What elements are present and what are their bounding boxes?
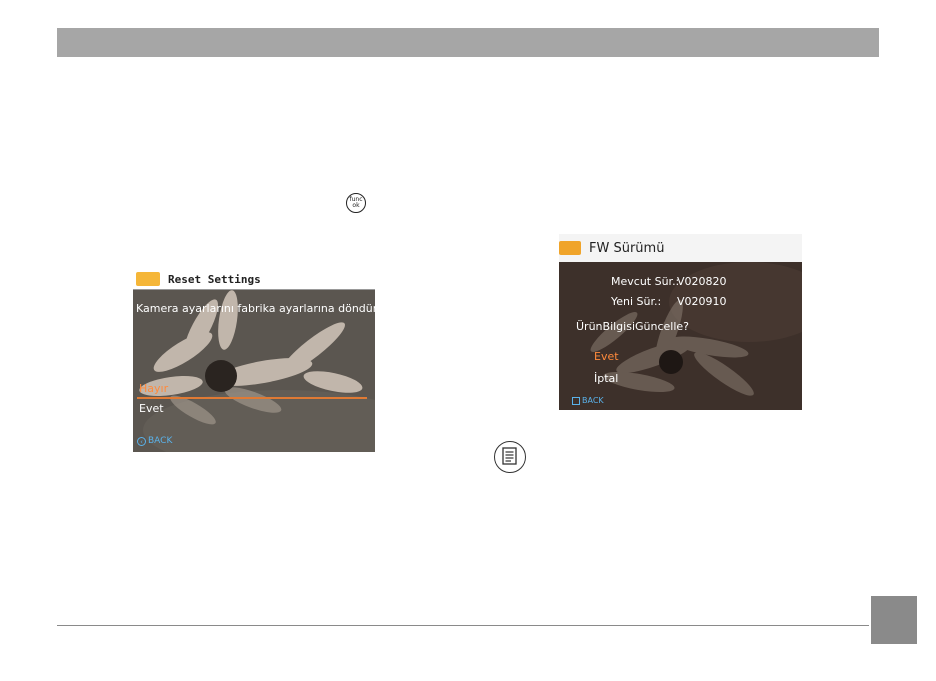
new-version-value: V020910 [677,295,727,308]
back-button[interactable]: ‹ BACK [137,436,172,446]
back-label: BACK [582,396,604,405]
current-version-value: V020820 [677,275,727,288]
selection-underline [137,397,367,399]
ok-label: ok [352,202,360,209]
camera-icon [559,241,581,255]
back-label: BACK [148,436,173,446]
back-icon: ‹ [137,436,146,446]
back-button[interactable]: BACK [572,396,604,405]
func-ok-button-icon: func ok [346,193,366,213]
title-bar: Reset Settings [133,269,375,290]
screen-title: Reset Settings [168,272,261,286]
option-yes[interactable]: Evet [139,402,164,415]
page-number-box [871,596,917,644]
reset-settings-screen: Reset Settings Kamera ayarlarını fabrika… [133,269,375,452]
reset-message: Kamera ayarlarını fabrika ayarlarına dön… [136,302,375,315]
update-question: ÜrünBilgisiGüncelle? [576,320,690,333]
header-bar [57,28,879,57]
camera-icon [136,272,160,286]
option-cancel[interactable]: İptal [594,372,618,385]
new-version-label: Yeni Sür.: [611,295,662,308]
footer-line [57,625,869,626]
title-bar: FW Sürümü [559,234,802,262]
option-yes[interactable]: Evet [594,350,619,363]
option-no[interactable]: Hayır [139,382,168,395]
current-version-label: Mevcut Sür.: [611,275,680,288]
fw-version-screen: FW Sürümü Mevcut Sür.: V020820 Yeni Sür.… [559,234,802,410]
screen-title: FW Sürümü [589,240,665,256]
note-icon [494,441,526,473]
back-icon [572,396,580,405]
